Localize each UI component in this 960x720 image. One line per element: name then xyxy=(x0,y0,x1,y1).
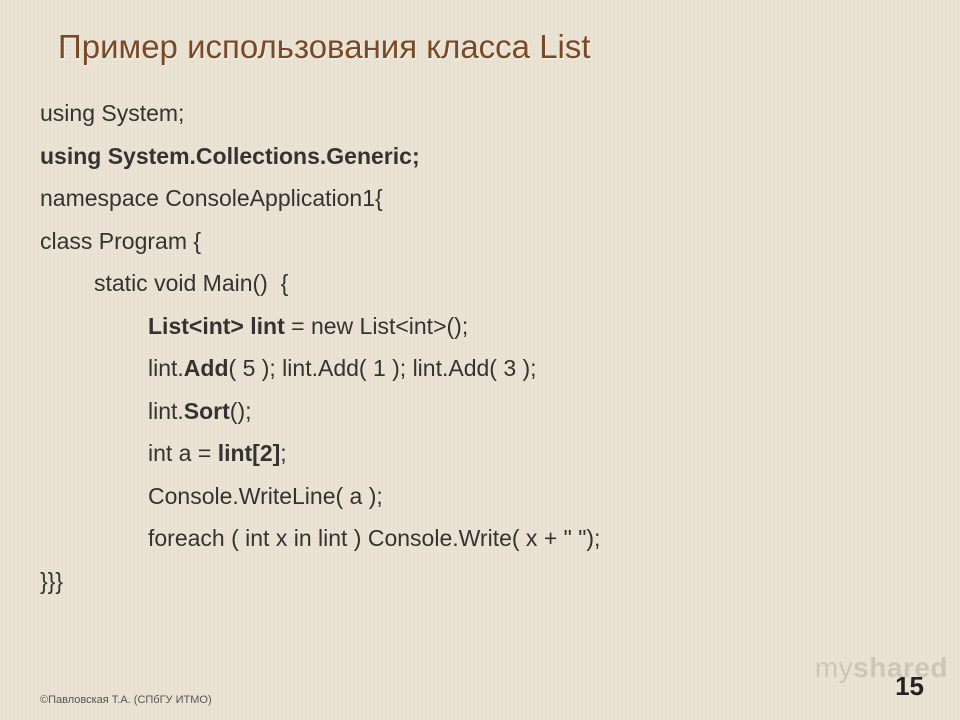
code-token: Add xyxy=(184,355,229,381)
watermark-part: my xyxy=(815,652,853,683)
code-token: int a = xyxy=(148,440,218,466)
code-line: static void Main() { xyxy=(40,262,920,305)
code-line: class Program { xyxy=(40,220,920,263)
code-token: ; xyxy=(280,440,286,466)
code-token: lint[2] xyxy=(218,440,281,466)
code-line: using System.Collections.Generic; xyxy=(40,135,920,178)
code-token: <int> xyxy=(189,313,244,339)
code-token: lint. xyxy=(148,355,184,381)
watermark-part: shared xyxy=(853,652,948,683)
code-line: foreach ( int x in lint ) Console.Write(… xyxy=(40,517,920,560)
code-token: lint. xyxy=(148,398,184,424)
code-line: lint.Add( 5 ); lint.Add( 1 ); lint.Add( … xyxy=(40,347,920,390)
code-line: }}} xyxy=(40,560,920,603)
slide: Пример использования класса List using S… xyxy=(0,0,960,720)
code-line: lint.Sort(); xyxy=(40,390,920,433)
code-token: ( 5 ); lint.Add( 1 ); lint.Add( 3 ); xyxy=(229,355,537,381)
code-block: using System; using System.Collections.G… xyxy=(40,92,920,603)
footer-copyright: ©Павловская Т.А. (СПбГУ ИТМО) xyxy=(40,694,212,706)
code-token: (); xyxy=(447,313,469,339)
watermark: myshared xyxy=(815,652,948,684)
code-token: Sort xyxy=(184,398,230,424)
code-line: namespace ConsoleApplication1{ xyxy=(40,177,920,220)
code-token: lint xyxy=(244,313,285,339)
code-line: List<int> lint = new List<int>(); xyxy=(40,305,920,348)
code-token: List xyxy=(148,313,189,339)
code-token: (); xyxy=(230,398,252,424)
code-line: Console.WriteLine( a ); xyxy=(40,475,920,518)
code-token: <int> xyxy=(395,313,446,339)
code-token: = new List xyxy=(285,313,396,339)
code-line: using System; xyxy=(40,92,920,135)
slide-title: Пример использования класса List xyxy=(58,28,920,66)
code-line: int a = lint[2]; xyxy=(40,432,920,475)
